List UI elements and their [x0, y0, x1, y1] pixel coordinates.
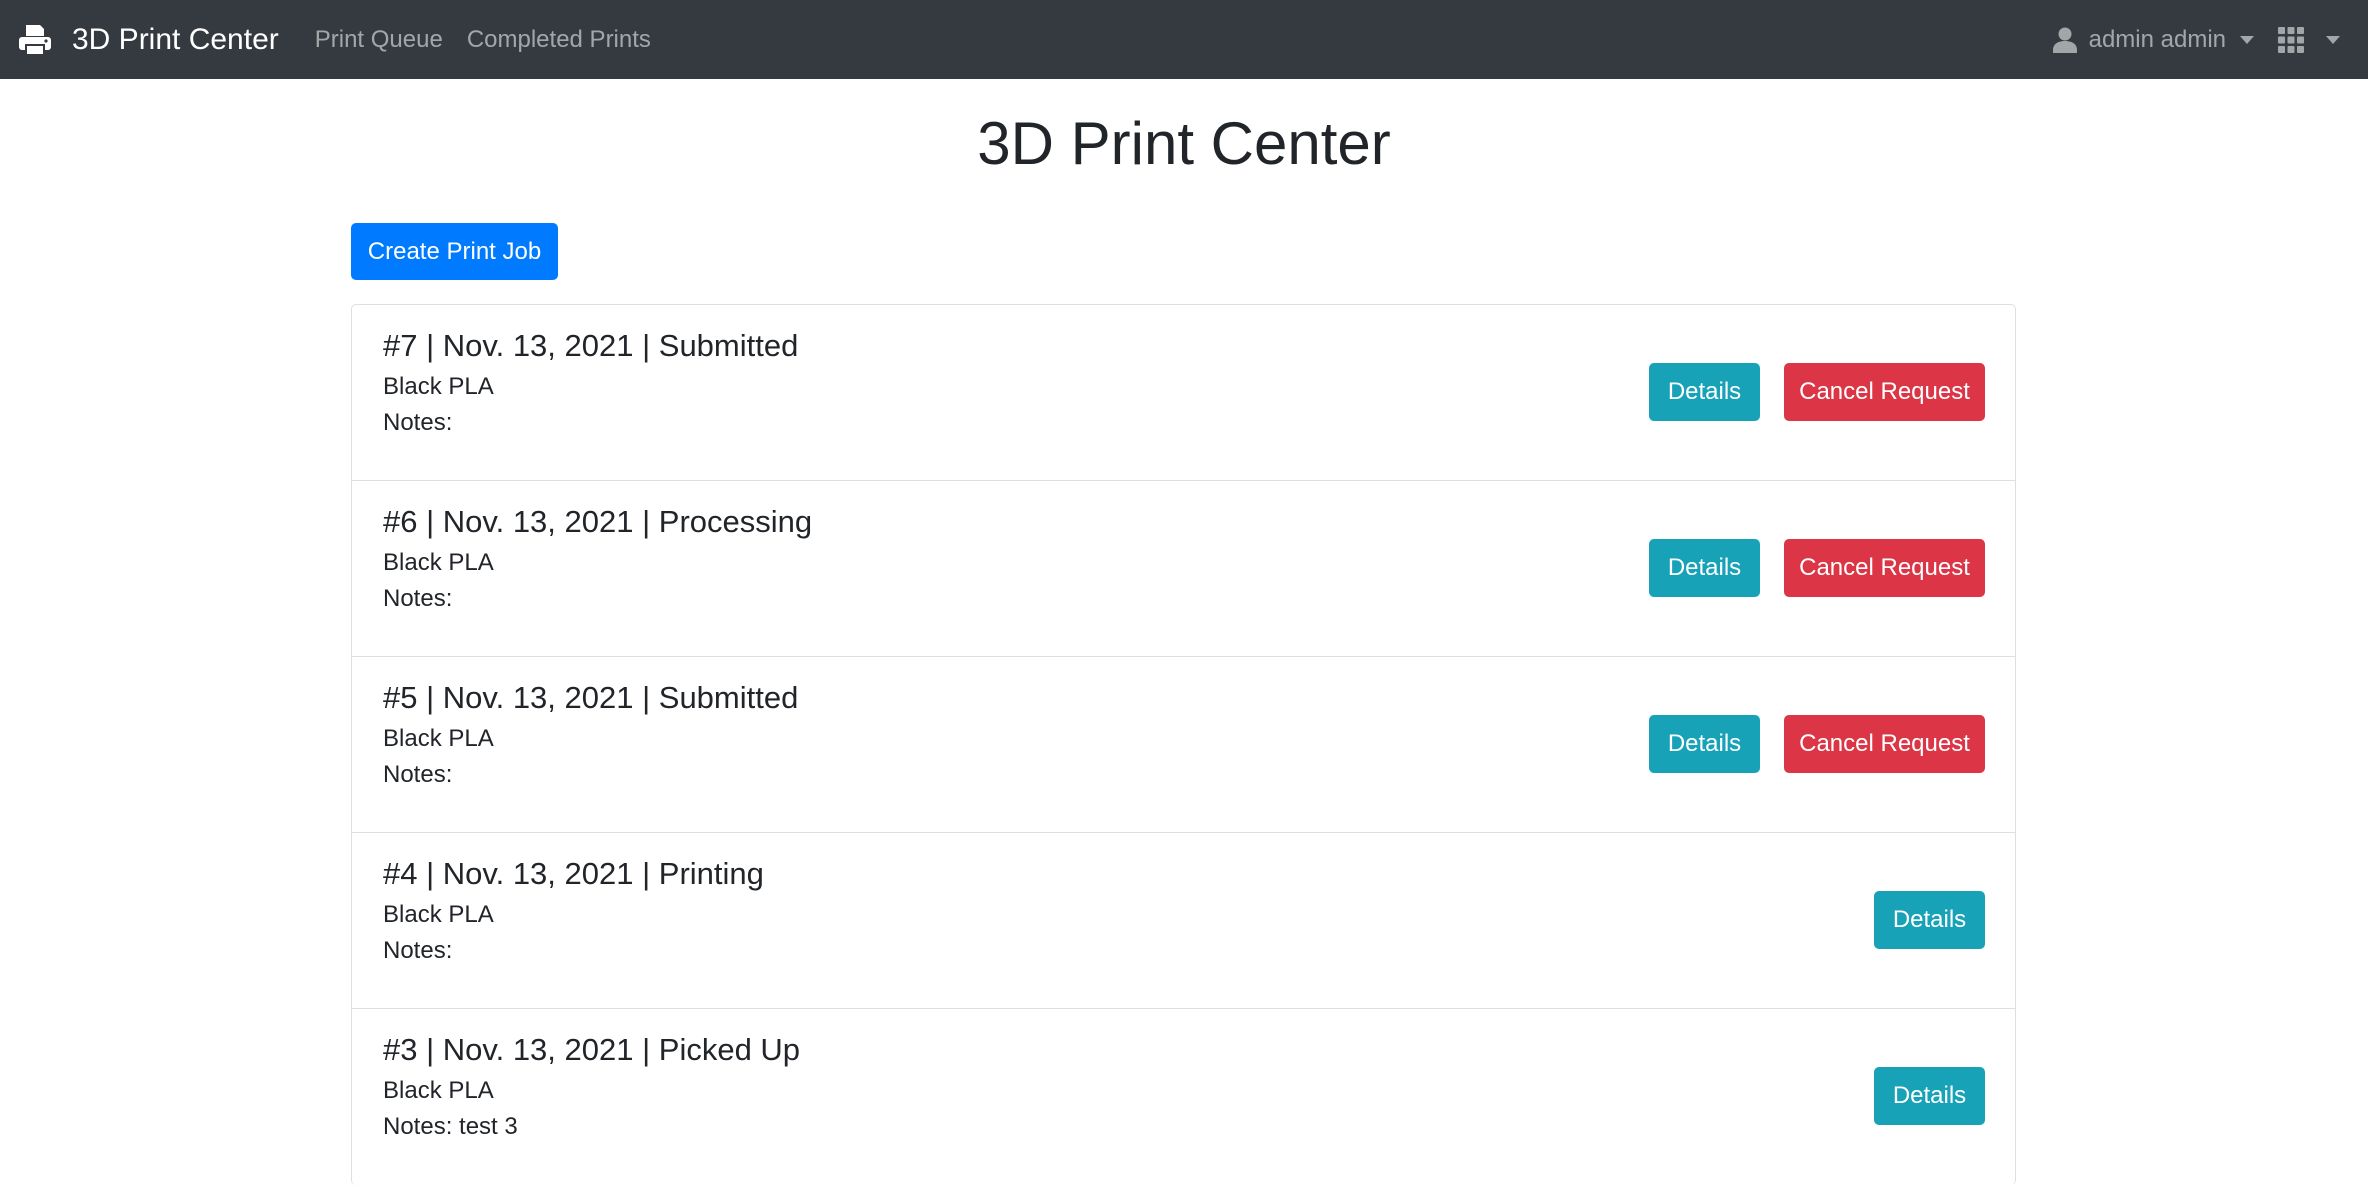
user-icon	[2052, 27, 2077, 53]
cancel-request-button[interactable]: Cancel Request	[1784, 539, 1985, 597]
brand-link[interactable]: 3D Print Center	[18, 23, 279, 57]
job-item: #3 | Nov. 13, 2021 | Picked Up Black PLA…	[352, 1009, 2015, 1185]
details-button[interactable]: Details	[1649, 715, 1760, 773]
cancel-request-button[interactable]: Cancel Request	[1784, 363, 1985, 421]
job-actions: Details Cancel Request	[1649, 715, 1985, 773]
job-material: Black PLA	[383, 373, 494, 400]
grid-icon	[2278, 26, 2304, 53]
job-material: Black PLA	[383, 901, 494, 928]
details-button[interactable]: Details	[1874, 1067, 1985, 1125]
nav-completed-prints[interactable]: Completed Prints	[467, 26, 651, 54]
job-notes: Notes: test 3	[383, 1113, 518, 1140]
job-title: #4 | Nov. 13, 2021 | Printing	[383, 856, 764, 891]
details-button[interactable]: Details	[1874, 891, 1985, 949]
job-item: #6 | Nov. 13, 2021 | Processing Black PL…	[352, 481, 2015, 657]
details-button[interactable]: Details	[1649, 363, 1760, 421]
job-title: #6 | Nov. 13, 2021 | Processing	[383, 504, 813, 539]
navbar-right: admin admin	[2052, 0, 2368, 79]
job-notes: Notes:	[383, 937, 453, 964]
job-actions: Details	[1874, 891, 1985, 949]
nav-print-queue[interactable]: Print Queue	[315, 26, 443, 54]
job-actions: Details	[1874, 1067, 1985, 1125]
cancel-request-button[interactable]: Cancel Request	[1784, 715, 1985, 773]
chevron-down-icon	[2240, 35, 2254, 44]
job-item: #4 | Nov. 13, 2021 | Printing Black PLA …	[352, 833, 2015, 1009]
job-title: #3 | Nov. 13, 2021 | Picked Up	[383, 1032, 801, 1067]
user-name: admin admin	[2088, 25, 2226, 53]
job-material: Black PLA	[383, 725, 494, 752]
create-print-job-button[interactable]: Create Print Job	[351, 223, 558, 280]
details-button[interactable]: Details	[1649, 539, 1760, 597]
top-navbar: 3D Print Center Print Queue Completed Pr…	[0, 0, 2368, 79]
brand-label: 3D Print Center	[72, 22, 279, 56]
job-item: #5 | Nov. 13, 2021 | Submitted Black PLA…	[352, 657, 2015, 833]
job-item: #7 | Nov. 13, 2021 | Submitted Black PLA…	[352, 305, 2015, 481]
job-title: #7 | Nov. 13, 2021 | Submitted	[383, 328, 799, 363]
job-material: Black PLA	[383, 1077, 494, 1104]
user-dropdown[interactable]: admin admin	[2052, 25, 2254, 54]
job-notes: Notes:	[383, 585, 453, 612]
job-notes: Notes:	[383, 409, 453, 436]
job-material: Black PLA	[383, 549, 494, 576]
page-title: 3D Print Center	[977, 110, 1391, 177]
print-job-list: #7 | Nov. 13, 2021 | Submitted Black PLA…	[351, 304, 2016, 1185]
job-notes: Notes:	[383, 761, 453, 788]
chevron-down-icon	[2326, 35, 2340, 44]
job-actions: Details Cancel Request	[1649, 539, 1985, 597]
job-actions: Details Cancel Request	[1649, 363, 1985, 421]
job-title: #5 | Nov. 13, 2021 | Submitted	[383, 680, 799, 715]
apps-dropdown[interactable]	[2278, 26, 2340, 53]
printer-icon	[19, 24, 51, 56]
